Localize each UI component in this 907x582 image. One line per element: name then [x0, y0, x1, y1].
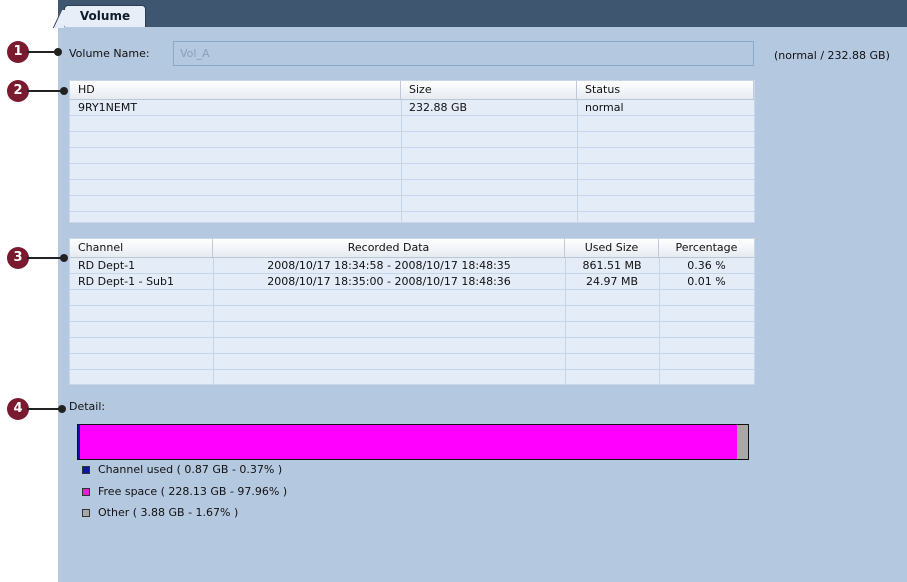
usage-segment-other — [736, 425, 748, 459]
column-divider — [565, 258, 566, 384]
callout-3-line — [27, 257, 63, 259]
callout-3-dot — [60, 254, 68, 262]
channel-cell-name: RD Dept-1 — [78, 259, 136, 272]
legend-swatch — [82, 509, 90, 517]
table-row — [70, 148, 754, 164]
channel-cell-recorded: 2008/10/17 18:34:58 - 2008/10/17 18:48:3… — [267, 259, 511, 272]
table-row — [70, 322, 754, 338]
table-row — [70, 196, 754, 212]
legend-swatch — [82, 488, 90, 496]
channel-cell-pct: 0.01 % — [687, 275, 726, 288]
tab-volume-label: Volume — [79, 9, 131, 23]
channel-cell-recorded: 2008/10/17 18:35:00 - 2008/10/17 18:48:3… — [267, 275, 511, 288]
column-divider — [659, 258, 660, 384]
callout-1: 1 — [7, 41, 29, 63]
legend-text: Other ( 3.88 GB - 1.67% ) — [98, 506, 239, 519]
callout-2-line — [27, 90, 63, 92]
callout-4: 4 — [7, 398, 29, 420]
table-row — [70, 116, 754, 132]
callout-4-dot — [58, 405, 66, 413]
channel-col-used[interactable]: Used Size — [565, 239, 659, 257]
callout-2-dot — [60, 87, 68, 95]
table-row — [70, 306, 754, 322]
callout-3: 3 — [7, 247, 29, 269]
hd-table-header: HD Size Status — [70, 81, 754, 100]
table-row[interactable]: RD Dept-1 2008/10/17 18:34:58 - 2008/10/… — [70, 258, 754, 274]
tab-bar — [58, 0, 907, 27]
volume-name-label: Volume Name: — [69, 47, 150, 60]
legend-text: Free space ( 228.13 GB - 97.96% ) — [98, 485, 288, 498]
callout-1-line — [27, 51, 57, 53]
legend-text: Channel used ( 0.87 GB - 0.37% ) — [98, 463, 283, 476]
hd-col-status[interactable]: Status — [577, 81, 754, 99]
channel-cell-name: RD Dept-1 - Sub1 — [78, 275, 175, 288]
hd-col-size[interactable]: Size — [401, 81, 577, 99]
hd-table[interactable]: HD Size Status 9RY1NEMT 232.88 GB normal — [69, 80, 755, 223]
detail-label: Detail: — [69, 400, 106, 413]
usage-segment-free-space — [80, 425, 737, 459]
table-row — [70, 132, 754, 148]
table-row — [70, 290, 754, 306]
volume-info: (normal / 232.88 GB) — [774, 49, 890, 62]
channel-cell-used: 861.51 MB — [582, 259, 642, 272]
column-divider — [213, 258, 214, 384]
channel-col-channel[interactable]: Channel — [70, 239, 213, 257]
channel-cell-pct: 0.36 % — [687, 259, 726, 272]
legend-swatch — [82, 466, 90, 474]
table-row — [70, 338, 754, 354]
column-divider — [577, 100, 578, 222]
hd-col-hd[interactable]: HD — [70, 81, 401, 99]
table-row — [70, 164, 754, 180]
channel-col-recorded[interactable]: Recorded Data — [213, 239, 565, 257]
column-divider — [401, 100, 402, 222]
channel-col-pct[interactable]: Percentage — [659, 239, 754, 257]
tab-volume[interactable]: Volume — [64, 5, 146, 27]
table-row — [70, 180, 754, 196]
volume-name-input[interactable]: Vol_A — [173, 41, 754, 66]
hd-cell-status: normal — [585, 101, 624, 114]
table-row — [70, 370, 754, 386]
table-row — [70, 354, 754, 370]
callout-4-line — [27, 408, 61, 410]
callout-1-dot — [54, 48, 62, 56]
storage-usage-bar — [77, 424, 749, 460]
callout-2: 2 — [7, 80, 29, 102]
channel-table-header: Channel Recorded Data Used Size Percenta… — [70, 239, 754, 258]
hd-cell-hd: 9RY1NEMT — [78, 101, 138, 114]
table-row[interactable]: RD Dept-1 - Sub1 2008/10/17 18:35:00 - 2… — [70, 274, 754, 290]
hd-cell-size: 232.88 GB — [409, 101, 468, 114]
channel-cell-used: 24.97 MB — [585, 275, 639, 288]
channel-table[interactable]: Channel Recorded Data Used Size Percenta… — [69, 238, 755, 385]
table-row[interactable]: 9RY1NEMT 232.88 GB normal — [70, 100, 754, 116]
